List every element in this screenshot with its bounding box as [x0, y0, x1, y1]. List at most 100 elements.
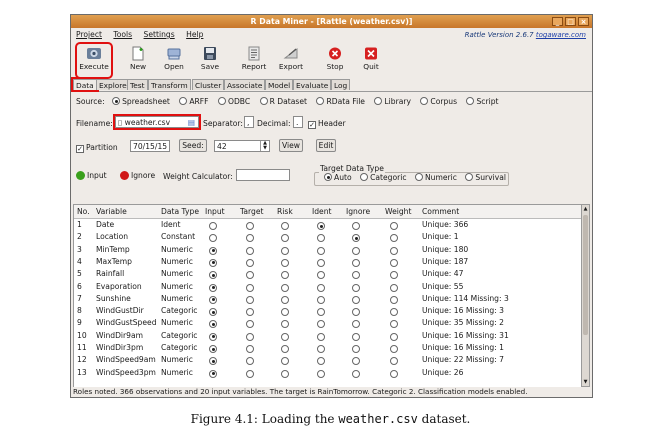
seed-button[interactable]: Seed:	[179, 139, 207, 152]
header-checkbox[interactable]: ✓ Header	[308, 119, 346, 129]
role-ident-radio[interactable]	[317, 345, 325, 353]
role-risk-radio[interactable]	[281, 320, 289, 329]
table-row[interactable]: 5 Rainfall Numeric Unique: 47	[74, 268, 582, 281]
role-ident-radio[interactable]	[317, 258, 325, 267]
col-ignore[interactable]: Ignore	[346, 205, 370, 218]
weight-calculator-input[interactable]	[236, 169, 290, 181]
tab-evaluate[interactable]: Evaluate	[293, 79, 332, 90]
role-target-radio[interactable]	[246, 222, 254, 230]
source-script[interactable]: Script	[466, 97, 499, 106]
role-target-radio[interactable]	[246, 271, 254, 280]
role-ident-radio[interactable]	[317, 357, 325, 366]
decimal-input[interactable]: .	[293, 116, 303, 128]
role-ident-radio[interactable]	[317, 246, 325, 255]
menu-help[interactable]: Help	[186, 30, 203, 39]
version-link[interactable]: togaware.com	[536, 31, 586, 39]
target-numeric[interactable]: Numeric	[414, 173, 457, 182]
role-weight-radio[interactable]	[390, 283, 398, 292]
save-button[interactable]: Save	[193, 44, 227, 77]
source-spreadsheet[interactable]: Spreadsheet	[112, 97, 170, 106]
table-row[interactable]: 10 WindDir9am Categoric Unique: 16 Missing:…	[74, 330, 582, 343]
role-target-radio[interactable]	[246, 345, 254, 353]
table-scrollbar[interactable]: ▲ ▼	[581, 204, 590, 387]
role-weight-radio[interactable]	[390, 357, 398, 366]
spin-arrows-icon[interactable]: ▲ ▼	[260, 141, 269, 151]
role-ident-radio[interactable]	[317, 320, 325, 329]
source-odbc[interactable]: ODBC	[217, 97, 250, 106]
scroll-down-icon[interactable]: ▼	[582, 378, 589, 386]
role-ignore-radio[interactable]	[352, 345, 360, 353]
stop-button[interactable]: Stop	[318, 44, 352, 77]
source-corpus[interactable]: Corpus	[420, 97, 457, 106]
source-arff[interactable]: ARFF	[179, 97, 209, 106]
role-risk-radio[interactable]	[281, 308, 289, 317]
role-risk-radio[interactable]	[281, 271, 289, 280]
table-row[interactable]: 2 Location Constant Unique: 1	[74, 231, 582, 244]
export-button[interactable]: Export	[274, 44, 308, 77]
role-weight-radio[interactable]	[390, 258, 398, 267]
tab-associate[interactable]: Associate	[224, 79, 266, 90]
role-ignore-radio[interactable]	[352, 246, 360, 255]
target-auto[interactable]: Auto	[324, 173, 352, 182]
edit-button[interactable]: Edit	[316, 139, 336, 152]
col-weight[interactable]: Weight	[385, 205, 411, 218]
quit-button[interactable]: Quit	[354, 44, 388, 77]
new-button[interactable]: New	[121, 44, 155, 77]
col-ident[interactable]: Ident	[312, 205, 332, 218]
role-ignore-radio[interactable]	[352, 320, 360, 329]
role-input-radio[interactable]	[209, 332, 217, 341]
role-risk-radio[interactable]	[281, 234, 289, 243]
role-target-radio[interactable]	[246, 258, 254, 267]
table-row[interactable]: 6 Evaporation Numeric Unique: 55	[74, 281, 582, 294]
col-comment[interactable]: Comment	[422, 205, 459, 218]
role-ignore-radio[interactable]	[352, 295, 360, 304]
table-row[interactable]: 11 WindDir3pm Categoric Unique: 16 Missing:…	[74, 342, 582, 355]
role-target-radio[interactable]	[246, 283, 254, 292]
role-weight-radio[interactable]	[390, 222, 398, 230]
role-ident-radio[interactable]	[317, 283, 325, 292]
col-input[interactable]: Input	[205, 205, 225, 218]
table-row[interactable]: 12 WindSpeed9am Numeric Unique: 22 Missing:…	[74, 354, 582, 367]
scroll-thumb[interactable]	[583, 215, 588, 335]
role-target-radio[interactable]	[246, 369, 254, 378]
role-ignore-radio[interactable]	[352, 258, 360, 267]
separator-input[interactable]: ,	[244, 116, 254, 128]
role-risk-radio[interactable]	[281, 258, 289, 267]
role-risk-radio[interactable]	[281, 357, 289, 366]
col-data-type[interactable]: Data Type	[161, 205, 199, 218]
role-ignore-radio[interactable]	[352, 357, 360, 366]
input-role[interactable]: Input	[76, 171, 107, 180]
role-weight-radio[interactable]	[390, 295, 398, 304]
role-input-radio[interactable]	[209, 295, 217, 304]
role-input-radio[interactable]	[209, 271, 217, 280]
role-ignore-radio[interactable]	[352, 271, 360, 280]
ignore-role[interactable]: Ignore	[120, 171, 155, 180]
role-weight-radio[interactable]	[390, 345, 398, 353]
role-input-radio[interactable]	[209, 357, 217, 366]
source-rdataset[interactable]: R Dataset	[259, 97, 307, 106]
table-row[interactable]: 1 Date Ident Unique: 366	[74, 219, 582, 232]
role-ignore-radio[interactable]	[352, 308, 360, 317]
role-weight-radio[interactable]	[390, 320, 398, 329]
role-input-radio[interactable]	[209, 222, 217, 230]
tab-explore[interactable]: Explore	[96, 79, 130, 90]
target-categoric[interactable]: Categoric	[360, 173, 407, 182]
menu-project[interactable]: Project	[76, 30, 102, 39]
role-ignore-radio[interactable]	[352, 332, 360, 341]
execute-button[interactable]: Execute	[75, 42, 113, 79]
source-rdatafile[interactable]: RData File	[316, 97, 365, 106]
scroll-up-icon[interactable]: ▲	[582, 205, 589, 213]
role-target-radio[interactable]	[246, 308, 254, 317]
target-survival[interactable]: Survival	[465, 173, 506, 182]
tab-transform[interactable]: Transform	[148, 79, 191, 90]
role-risk-radio[interactable]	[281, 332, 289, 341]
role-ignore-radio[interactable]	[352, 369, 360, 378]
role-risk-radio[interactable]	[281, 222, 289, 230]
role-weight-radio[interactable]	[390, 369, 398, 378]
table-row[interactable]: 13 WindSpeed3pm Numeric Unique: 26	[74, 367, 582, 380]
role-ident-radio[interactable]	[317, 369, 325, 378]
tab-log[interactable]: Log	[331, 79, 351, 90]
role-input-radio[interactable]	[209, 234, 217, 243]
col-target[interactable]: Target	[240, 205, 264, 218]
table-row[interactable]: 4 MaxTemp Numeric Unique: 187	[74, 256, 582, 269]
